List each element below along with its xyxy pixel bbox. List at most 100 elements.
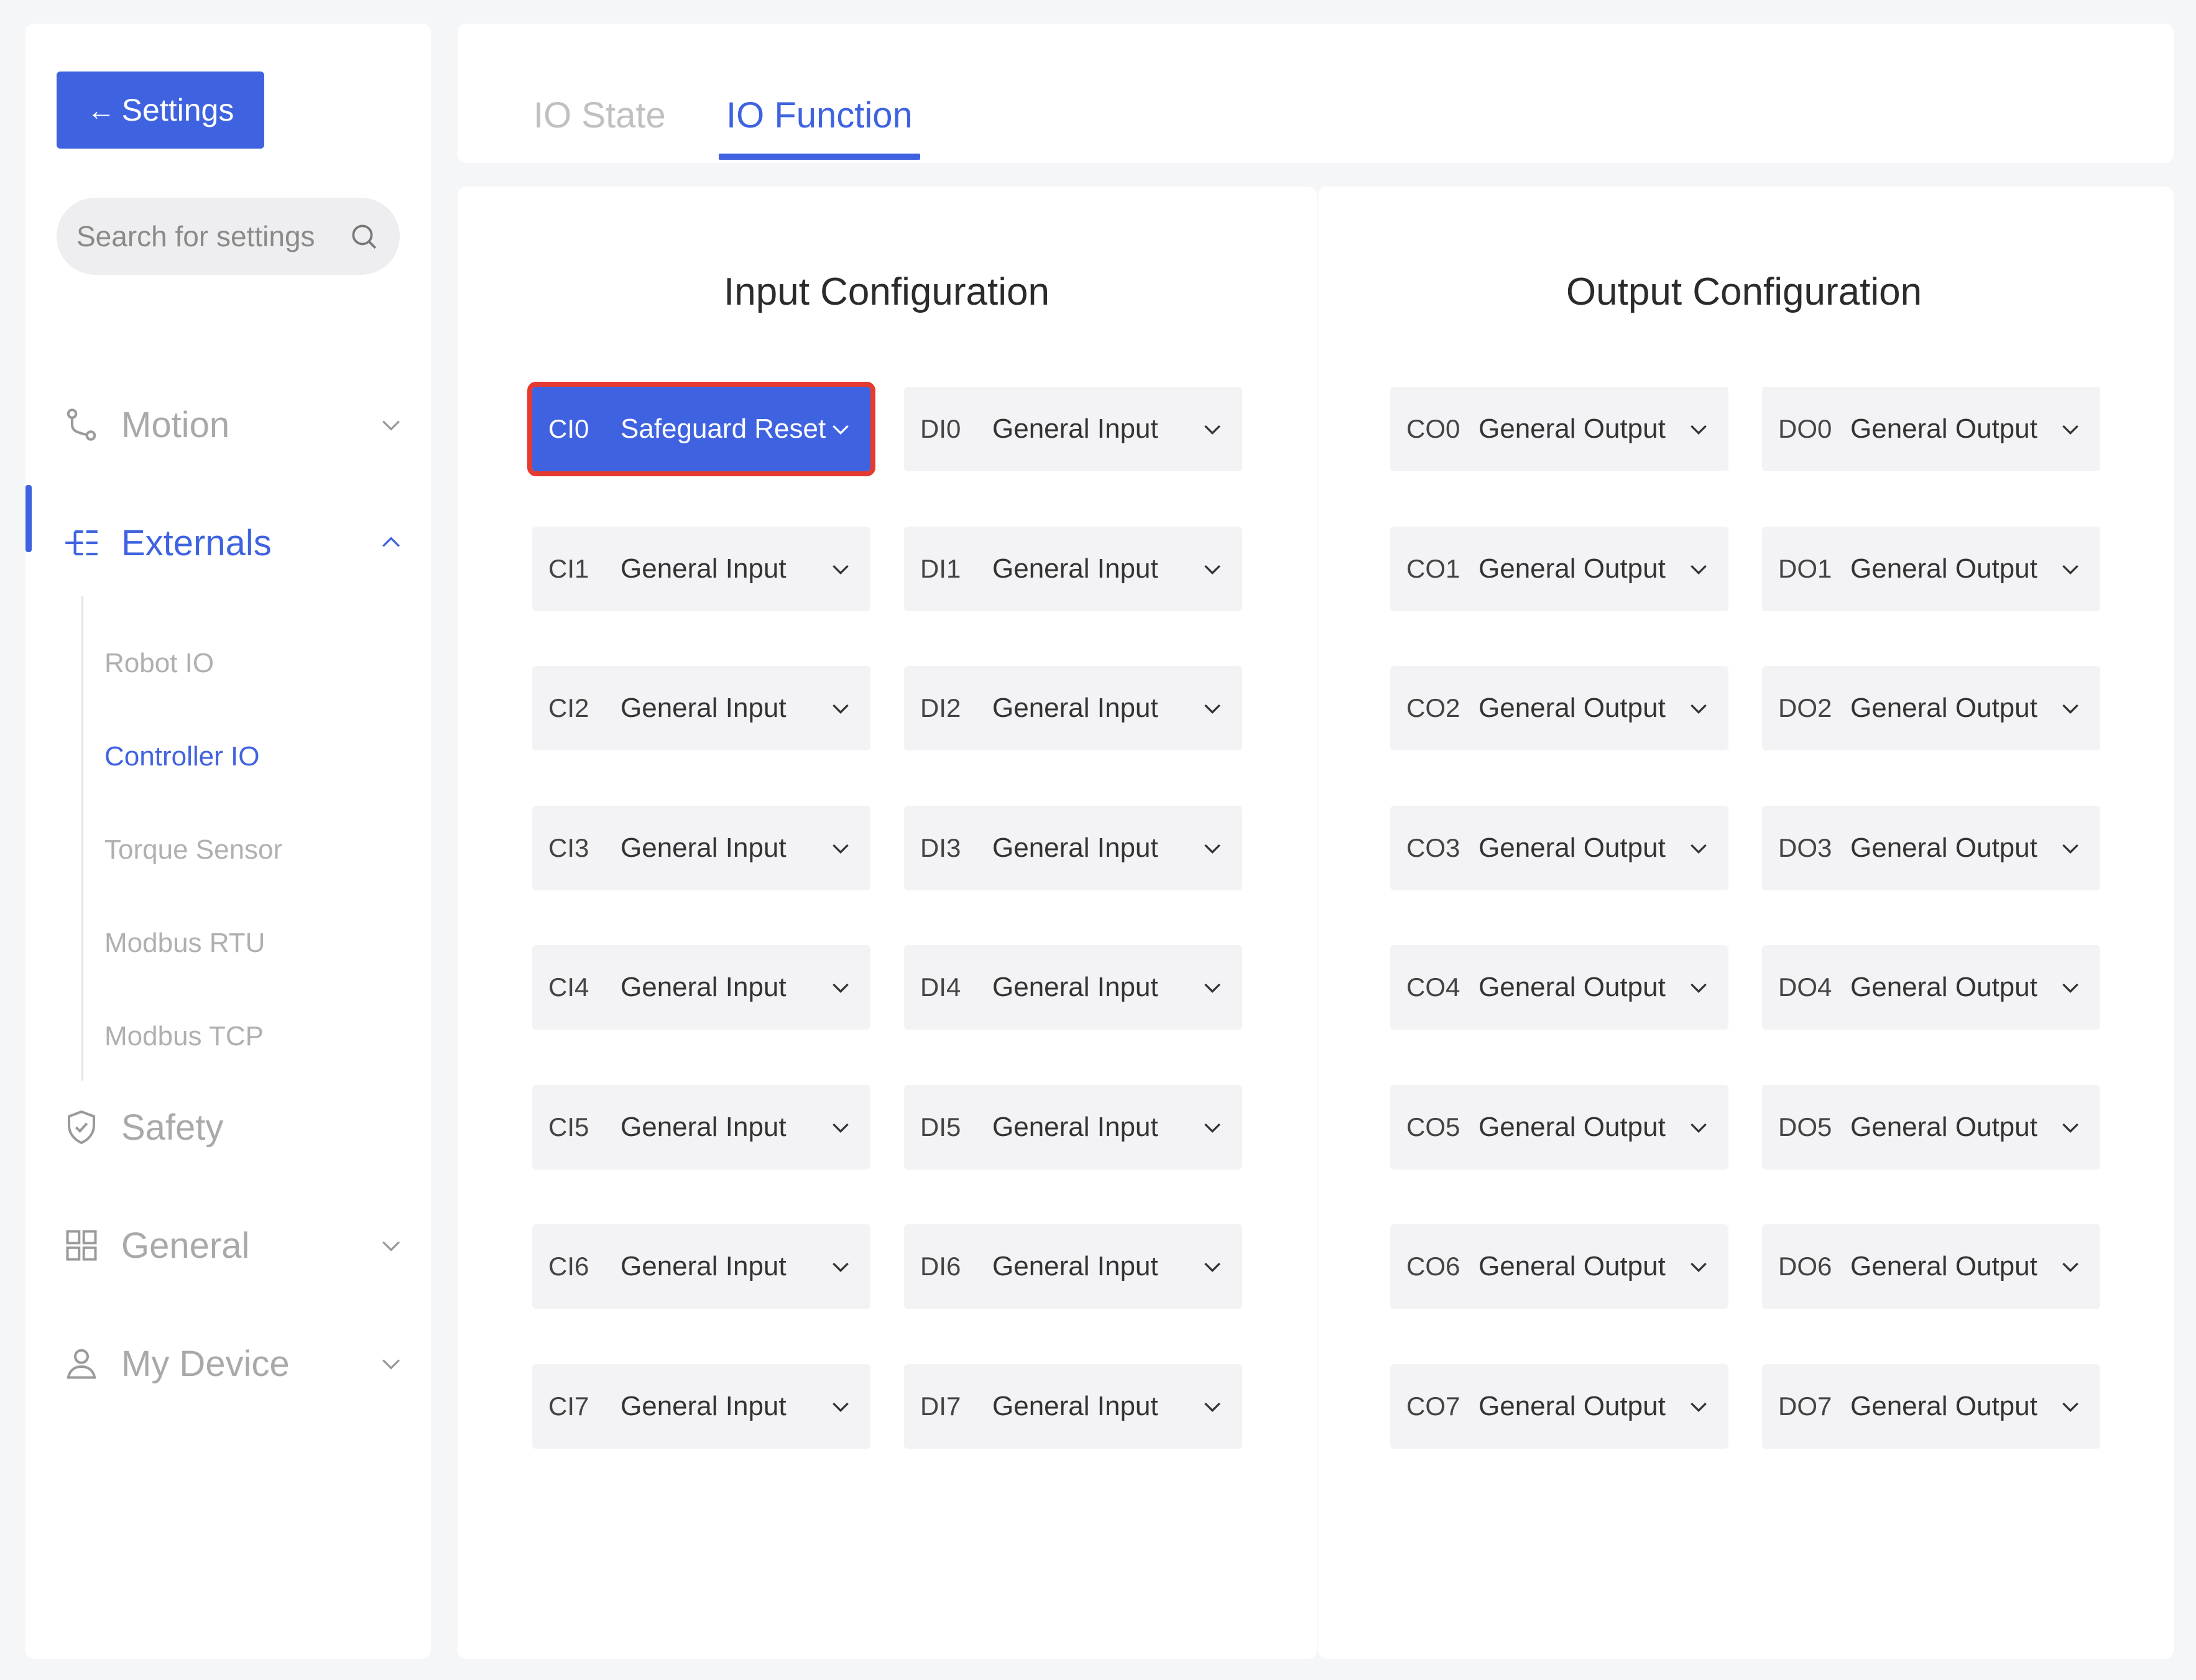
chevron-down-icon xyxy=(1200,975,1225,1000)
ci-5-select[interactable]: CI5 General Input xyxy=(532,1085,870,1170)
chevron-down-icon xyxy=(1686,1115,1711,1140)
do-1-select[interactable]: DO1 General Output xyxy=(1762,527,2100,611)
io-code-label: DO3 xyxy=(1778,833,1832,862)
input-configuration-title: Input Configuration xyxy=(724,270,1050,313)
nav-item-my-device[interactable]: My Device xyxy=(25,1329,431,1398)
subnav-item-modbus-rtu[interactable]: Modbus RTU xyxy=(104,928,265,959)
chevron-down-icon xyxy=(828,696,853,721)
back-to-settings-button[interactable]: ← Settings xyxy=(57,72,264,149)
subnav-item-modbus-tcp[interactable]: Modbus TCP xyxy=(104,1021,264,1052)
nav-item-externals[interactable]: Externals xyxy=(25,509,431,577)
chevron-down-icon xyxy=(377,1232,405,1259)
ci-6-select[interactable]: CI6 General Input xyxy=(532,1224,870,1309)
ci-4-select[interactable]: CI4 General Input xyxy=(532,945,870,1030)
ci-1-select[interactable]: CI1 General Input xyxy=(532,527,870,611)
nav-label-my-device: My Device xyxy=(121,1343,290,1384)
io-function-value: General Output xyxy=(1850,1251,2037,1281)
ci-0-select[interactable]: CI0 Safeguard Reset xyxy=(527,382,875,476)
back-button-label: Settings xyxy=(121,93,234,127)
co-4-select[interactable]: CO4 General Output xyxy=(1390,945,1728,1030)
tree-branch-icon xyxy=(62,523,101,563)
io-code-label: DO5 xyxy=(1778,1112,1832,1142)
chevron-down-icon xyxy=(1686,556,1711,581)
motion-path-icon xyxy=(62,405,101,445)
chevron-down-icon xyxy=(1200,417,1225,441)
do-5-select[interactable]: DO5 General Output xyxy=(1762,1085,2100,1170)
co-7-select[interactable]: CO7 General Output xyxy=(1390,1364,1728,1449)
nav-label-externals: Externals xyxy=(121,522,272,563)
co-0-select[interactable]: CO0 General Output xyxy=(1390,387,1728,471)
io-code-label: CI2 xyxy=(548,693,589,722)
io-function-value: Safeguard Reset xyxy=(621,413,826,444)
do-3-select[interactable]: DO3 General Output xyxy=(1762,806,2100,890)
io-code-label: DI2 xyxy=(920,693,961,722)
io-function-value: General Output xyxy=(1850,693,2037,723)
di-1-select[interactable]: DI1 General Input xyxy=(904,527,1242,611)
chevron-down-icon xyxy=(2058,1394,2083,1419)
chevron-down-icon xyxy=(1686,975,1711,1000)
chevron-down-icon xyxy=(828,975,853,1000)
di-7-select[interactable]: DI7 General Input xyxy=(904,1364,1242,1449)
io-function-value: General Output xyxy=(1479,1112,1666,1142)
do-4-select[interactable]: DO4 General Output xyxy=(1762,945,2100,1030)
tab-io-state[interactable]: IO State xyxy=(533,95,666,136)
co-2-select[interactable]: CO2 General Output xyxy=(1390,666,1728,750)
subnav-item-robot-io[interactable]: Robot IO xyxy=(104,648,214,679)
io-function-value: General Input xyxy=(992,833,1158,863)
do-6-select[interactable]: DO6 General Output xyxy=(1762,1224,2100,1309)
io-code-label: DO7 xyxy=(1778,1392,1832,1421)
search-box[interactable] xyxy=(57,198,400,275)
di-6-select[interactable]: DI6 General Input xyxy=(904,1224,1242,1309)
io-code-label: DI7 xyxy=(920,1392,961,1421)
io-code-label: CI5 xyxy=(548,1112,589,1142)
chevron-down-icon xyxy=(2058,556,2083,581)
co-5-select[interactable]: CO5 General Output xyxy=(1390,1085,1728,1170)
chevron-down-icon xyxy=(828,1115,853,1140)
io-function-value: General Input xyxy=(992,972,1158,1002)
subnav-item-controller-io[interactable]: Controller IO xyxy=(104,741,259,772)
nav-item-motion[interactable]: Motion xyxy=(25,390,431,459)
io-function-value: General Input xyxy=(992,693,1158,723)
io-code-label: CO6 xyxy=(1406,1252,1460,1281)
io-code-label: CI1 xyxy=(548,554,589,583)
co-1-select[interactable]: CO1 General Output xyxy=(1390,527,1728,611)
io-code-label: DO2 xyxy=(1778,693,1832,722)
do-7-select[interactable]: DO7 General Output xyxy=(1762,1364,2100,1449)
di-4-select[interactable]: DI4 General Input xyxy=(904,945,1242,1030)
io-function-value: General Output xyxy=(1479,833,1666,863)
chevron-down-icon xyxy=(828,417,853,441)
co-6-select[interactable]: CO6 General Output xyxy=(1390,1224,1728,1309)
chevron-down-icon xyxy=(2058,1115,2083,1140)
io-code-label: DI0 xyxy=(920,414,961,443)
chevron-down-icon xyxy=(377,1350,405,1377)
ci-2-select[interactable]: CI2 General Input xyxy=(532,666,870,750)
co-3-select[interactable]: CO3 General Output xyxy=(1390,806,1728,890)
ci-7-select[interactable]: CI7 General Input xyxy=(532,1364,870,1449)
chevron-down-icon xyxy=(1200,556,1225,581)
do-0-select[interactable]: DO0 General Output xyxy=(1762,387,2100,471)
tabs-bar: IO State IO Function xyxy=(458,24,2174,163)
search-icon[interactable] xyxy=(346,219,381,254)
io-code-label: CO3 xyxy=(1406,833,1460,862)
tab-io-function[interactable]: IO Function xyxy=(726,95,913,136)
io-code-label: CI6 xyxy=(548,1252,589,1281)
nav-item-general[interactable]: General xyxy=(25,1211,431,1280)
io-function-value: General Output xyxy=(1479,693,1666,723)
di-3-select[interactable]: DI3 General Input xyxy=(904,806,1242,890)
chevron-down-icon xyxy=(1200,696,1225,721)
io-code-label: CO5 xyxy=(1406,1112,1460,1142)
chevron-down-icon xyxy=(828,1254,853,1279)
chevron-down-icon xyxy=(2058,836,2083,861)
chevron-down-icon xyxy=(828,1394,853,1419)
ci-3-select[interactable]: CI3 General Input xyxy=(532,806,870,890)
chevron-down-icon xyxy=(2058,417,2083,441)
subnav-item-torque-sensor[interactable]: Torque Sensor xyxy=(104,834,282,865)
nav-item-safety[interactable]: Safety xyxy=(25,1093,431,1161)
do-2-select[interactable]: DO2 General Output xyxy=(1762,666,2100,750)
di-2-select[interactable]: DI2 General Input xyxy=(904,666,1242,750)
di-0-select[interactable]: DI0 General Input xyxy=(904,387,1242,471)
io-function-value: General Input xyxy=(621,833,787,863)
io-function-value: General Input xyxy=(621,972,787,1002)
di-5-select[interactable]: DI5 General Input xyxy=(904,1085,1242,1170)
search-input[interactable] xyxy=(75,219,346,254)
